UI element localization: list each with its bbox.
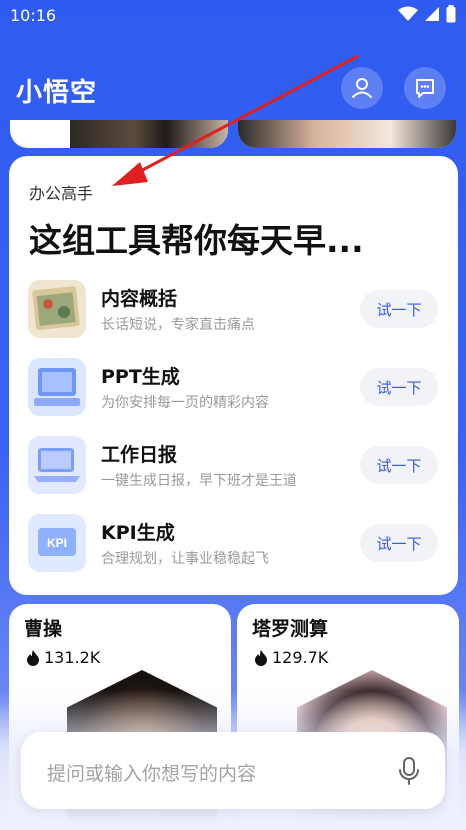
tool-name: KPI生成 [101,522,175,544]
feature-card-top-left[interactable] [10,120,228,148]
card-image [238,120,456,148]
status-bar: 10:16 [0,0,466,34]
status-icons [398,5,456,23]
tool-desc: 为你安排每一页的精彩内容 [101,395,269,411]
card-image [70,120,228,148]
wifi-icon [398,6,418,21]
microphone-icon [399,757,419,785]
summary-thumbnail [28,280,86,338]
tool-name: 内容概括 [101,288,178,310]
character-name: 曹操 [24,618,63,640]
profile-button[interactable] [341,67,383,109]
svg-text:KPI: KPI [47,536,67,550]
kpi-thumbnail: KPI [28,514,86,572]
messages-button[interactable] [404,67,446,109]
tool-desc: 合理规划，让事业稳稳起飞 [101,551,269,567]
popularity-stat: 131.2K [26,648,100,667]
tool-row-ppt[interactable]: PPT生成 为你安排每一页的精彩内容 试一下 [9,358,458,428]
office-tools-card: 办公高手 这组工具帮你每天早... 内容概括 长话短说，专家直击痛点 试一下 P… [9,156,458,595]
tool-desc: 长话短说，专家直击痛点 [101,317,255,333]
try-button-summary[interactable]: 试一下 [360,290,438,328]
tool-row-kpi[interactable]: KPI KPI生成 合理规划，让事业稳稳起飞 试一下 [9,514,458,584]
try-button-daily-report[interactable]: 试一下 [360,446,438,484]
prompt-input[interactable]: 提问或输入你想写的内容 [21,732,445,809]
battery-icon [446,5,456,23]
tool-row-daily-report[interactable]: 工作日报 一键生成日报，早下班才是王道 试一下 [9,436,458,506]
fire-icon [255,649,267,666]
popularity-count: 131.2K [44,648,101,667]
tool-row-summary[interactable]: 内容概括 长话短说，专家直击痛点 试一下 [9,280,458,350]
tool-desc: 一键生成日报，早下班才是王道 [101,473,297,489]
tool-name: PPT生成 [101,366,180,388]
app-title: 小悟空 [16,78,98,108]
chat-icon [416,79,434,98]
prompt-placeholder: 提问或输入你想写的内容 [47,763,257,785]
ppt-thumbnail [28,358,86,416]
card-tag: 办公高手 [29,184,94,203]
fire-icon [27,649,39,666]
character-name: 塔罗测算 [252,618,329,640]
feature-card-top-right[interactable] [238,120,456,148]
popularity-stat: 129.7K [254,648,328,667]
daily-report-thumbnail [28,436,86,494]
voice-input-button[interactable] [397,756,421,790]
try-button-kpi[interactable]: 试一下 [360,524,438,562]
card-headline[interactable]: 这组工具帮你每天早... [29,214,449,262]
user-icon [352,78,372,98]
try-button-ppt[interactable]: 试一下 [360,368,438,406]
status-time: 10:16 [10,6,57,25]
popularity-count: 129.7K [272,648,329,667]
signal-icon [425,7,439,21]
tool-name: 工作日报 [101,444,178,466]
